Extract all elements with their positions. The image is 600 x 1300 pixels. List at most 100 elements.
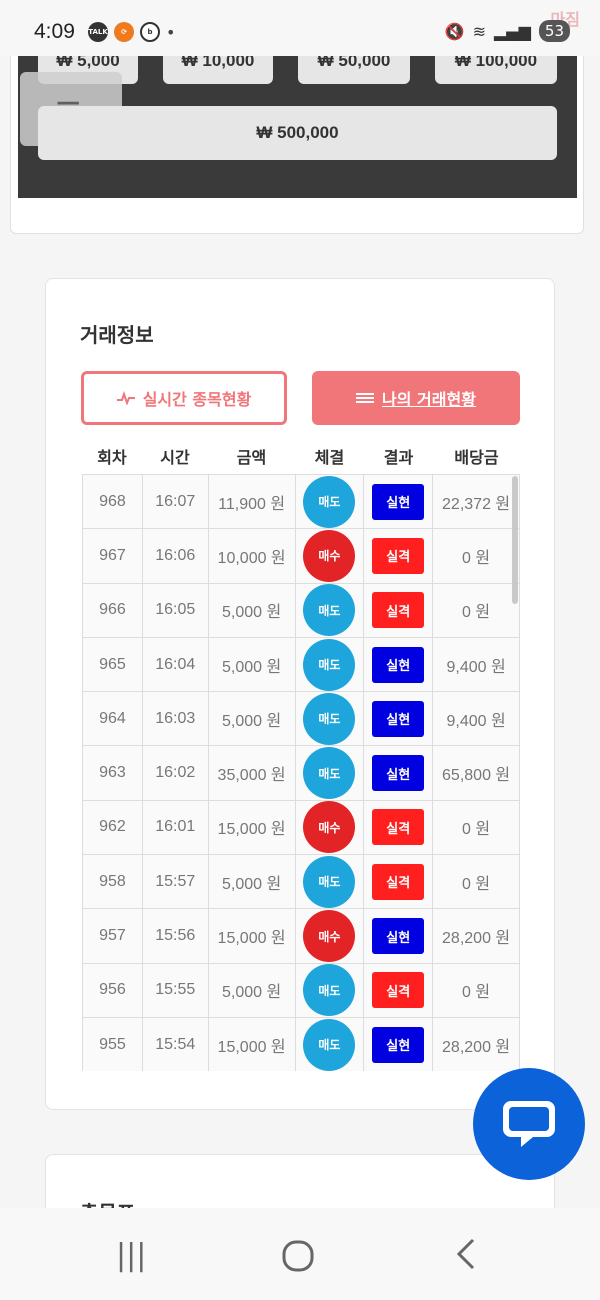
result-badge: 실현: [372, 483, 425, 520]
result-badge: 실격: [372, 863, 425, 900]
cell-result: 실현: [364, 1017, 434, 1071]
header-execution: 체결: [314, 448, 345, 467]
sync-icon: ⟳: [114, 22, 134, 42]
status-app-icons: TALK ⟳ b •: [88, 22, 175, 42]
cell-payout: 0 원: [433, 963, 520, 1017]
cell-amount: 15,000 원: [208, 800, 296, 855]
cell-payout: 0 원: [433, 800, 520, 855]
header-result: 결과: [383, 448, 414, 467]
execution-badge: 매수: [303, 529, 356, 582]
cell-execution: 매도: [295, 746, 365, 800]
table-scrollbar[interactable]: [512, 476, 518, 604]
cell-amount: 10,000 원: [208, 529, 296, 583]
home-icon[interactable]: [282, 1240, 314, 1280]
cell-result: 실현: [364, 475, 434, 529]
cell-amount: 35,000 원: [208, 746, 296, 800]
cell-time: 16:01: [142, 800, 209, 855]
cell-round: 963: [83, 746, 143, 800]
table-row: 957 15:56 15,000 원 매수 실현 28,200 원: [83, 909, 520, 964]
cell-round: 966: [83, 583, 143, 637]
result-badge: 실현: [372, 700, 425, 737]
result-badge: 실현: [372, 646, 425, 683]
result-badge: 실격: [372, 537, 425, 574]
cell-execution: 매수: [295, 800, 365, 855]
cell-time: 16:02: [142, 746, 209, 800]
table-row: 964 16:03 5,000 원 매도 실현 9,400 원: [83, 692, 520, 747]
table-row: 965 16:04 5,000 원 매도 실현 9,400 원: [83, 637, 520, 693]
cell-round: 962: [83, 800, 143, 855]
table-row: 968 16:07 11,900 원 매도 실현 22,372 원: [83, 475, 520, 530]
cell-execution: 매수: [295, 529, 365, 583]
cell-execution: 매도: [295, 583, 365, 637]
cell-execution: 매도: [295, 692, 365, 746]
cell-amount: 5,000 원: [208, 963, 296, 1017]
execution-badge: 매도: [303, 475, 356, 528]
cell-round: 968: [83, 475, 143, 529]
table-row: 958 15:57 5,000 원 매도 실격 0 원: [83, 855, 520, 910]
tab-live-status[interactable]: 실시간 종목현황: [81, 371, 287, 425]
cell-payout: 0 원: [433, 529, 520, 583]
system-nav-bar: |||: [0, 1208, 600, 1300]
cell-result: 실격: [364, 855, 434, 909]
cell-result: 실현: [364, 746, 434, 800]
talk-icon: TALK: [88, 22, 108, 42]
cell-round: 957: [83, 909, 143, 963]
execution-badge: 매도: [303, 1018, 356, 1071]
cell-time: 15:57: [142, 855, 209, 909]
cell-result: 실격: [364, 529, 434, 583]
cell-payout: 0 원: [433, 855, 520, 909]
chat-bubble-icon: [503, 1101, 555, 1147]
tab-my-trades[interactable]: 나의 거래현황: [312, 371, 520, 425]
cell-result: 실격: [364, 963, 434, 1017]
cell-result: 실격: [364, 583, 434, 637]
cell-payout: 28,200 원: [433, 909, 520, 963]
cell-round: 965: [83, 637, 143, 692]
table-row: 966 16:05 5,000 원 매도 실격 0 원: [83, 583, 520, 638]
table-row: 962 16:01 15,000 원 매수 실격 0 원: [83, 800, 520, 856]
status-bar: 4:09 TALK ⟳ b • 마짐 🔇 ≋ ▂▄▆ 53: [0, 0, 600, 56]
cell-round: 958: [83, 855, 143, 909]
pulse-icon: [116, 391, 135, 405]
header-payout: 배당금: [454, 448, 499, 467]
header-amount: 금액: [236, 448, 267, 467]
result-badge: 실격: [372, 972, 425, 1009]
trade-table-header: 회차 시간 금액 체결 결과 배당금: [82, 443, 520, 475]
cell-amount: 5,000 원: [208, 583, 296, 637]
execution-badge: 매도: [303, 692, 356, 745]
result-badge: 실격: [372, 592, 425, 629]
cell-execution: 매도: [295, 1017, 365, 1071]
battery-indicator: 53: [538, 20, 570, 42]
header-time: 시간: [160, 448, 190, 467]
result-badge: 실격: [372, 809, 425, 846]
cell-execution: 매도: [295, 963, 365, 1017]
cell-time: 16:04: [142, 637, 209, 692]
trade-table-body[interactable]: 968 16:07 11,900 원 매도 실현 22,372 원 967 16:06 10,0…: [82, 475, 520, 1071]
waves-icon: [356, 393, 375, 403]
trade-info-title: 거래정보: [80, 323, 154, 347]
cell-time: 16:06: [142, 529, 209, 583]
execution-badge: 매도: [303, 964, 356, 1017]
cell-amount: 5,000 원: [208, 692, 296, 746]
status-time: 4:09: [34, 20, 75, 43]
cell-result: 실현: [364, 692, 434, 746]
cell-amount: 5,000 원: [208, 637, 296, 692]
mute-icon: 🔇: [444, 21, 465, 41]
cell-time: 15:54: [142, 1017, 209, 1071]
signal-icon: ▂▄▆: [493, 21, 531, 41]
cell-execution: 매도: [295, 855, 365, 909]
recent-apps-icon[interactable]: |||: [116, 1238, 146, 1273]
cell-amount: 5,000 원: [208, 855, 296, 909]
tab-live-label: 실시간 종목현황: [142, 390, 252, 409]
cell-round: 964: [83, 692, 143, 746]
execution-badge: 매수: [303, 910, 356, 963]
cell-amount: 11,900 원: [208, 475, 296, 529]
execution-badge: 매도: [303, 638, 356, 691]
cell-execution: 매도: [295, 475, 365, 529]
amount-button-500000[interactable]: ₩ 500,000: [38, 106, 557, 160]
cell-result: 실격: [364, 800, 434, 855]
table-row: 967 16:06 10,000 원 매수 실격 0 원: [83, 529, 520, 584]
chat-button[interactable]: [473, 1068, 585, 1180]
back-icon[interactable]: [456, 1238, 476, 1278]
result-badge: 실현: [372, 1026, 425, 1063]
execution-badge: 매수: [303, 801, 356, 854]
